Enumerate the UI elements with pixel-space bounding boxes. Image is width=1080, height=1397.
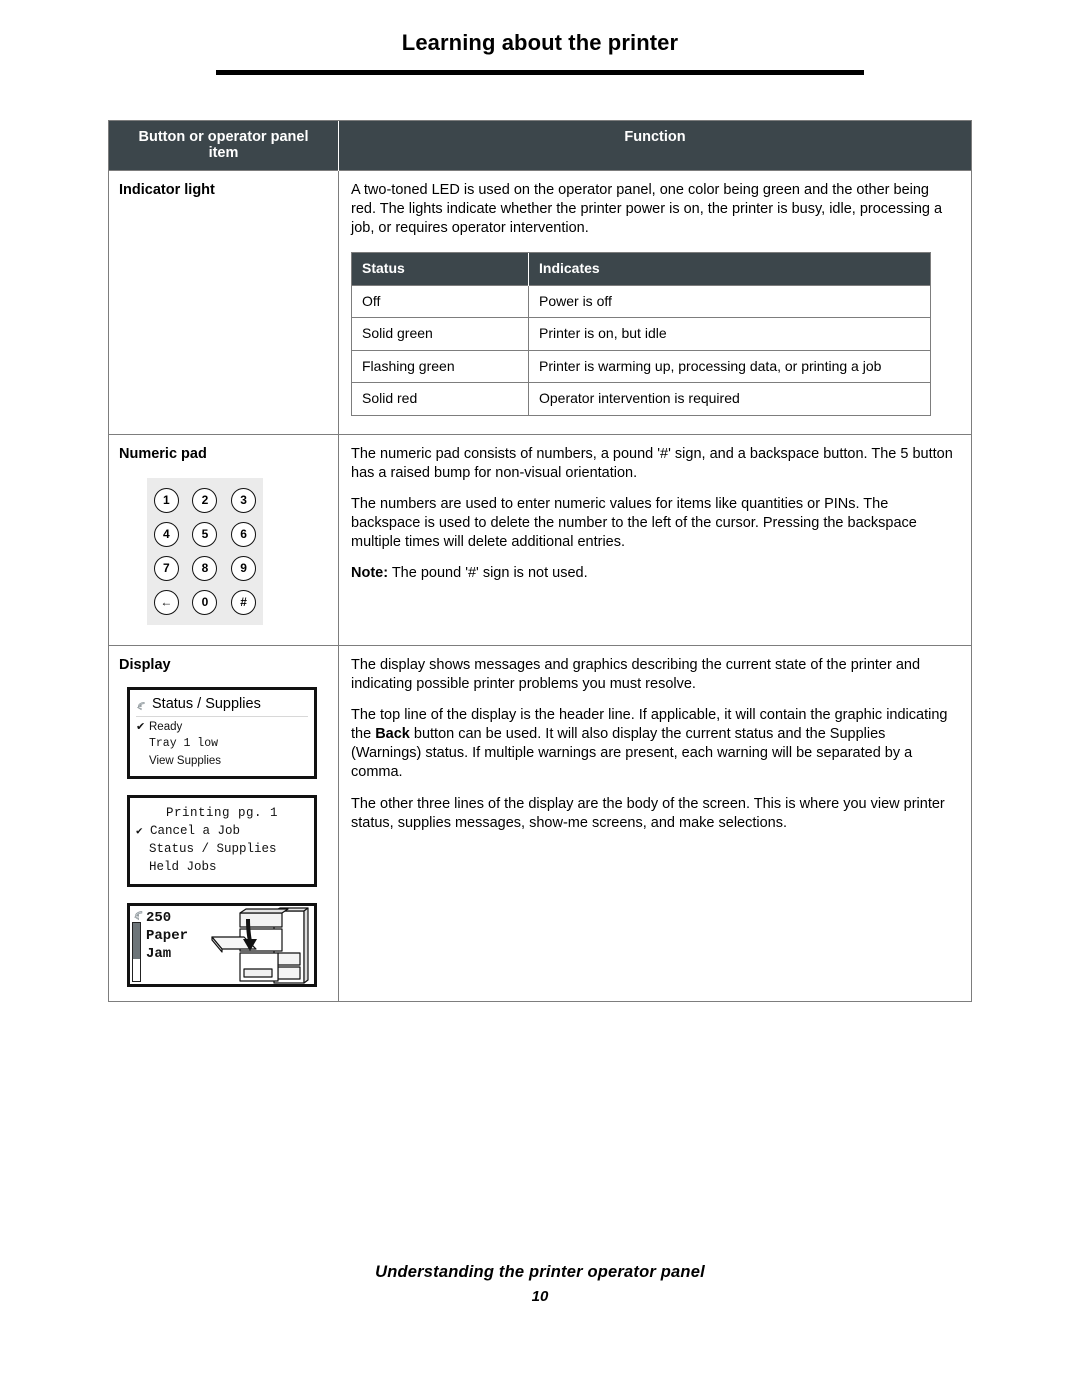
footer-section-title: Understanding the printer operator panel <box>375 1263 705 1281</box>
keypad-key-4[interactable]: 4 <box>153 521 179 547</box>
note-text: The pound '#' sign is not used. <box>388 565 588 582</box>
keypad-key-1[interactable]: 1 <box>153 487 179 513</box>
numeric-keypad-graphic: 1 2 3 4 5 6 7 8 9 ← 0 # <box>147 477 263 625</box>
table-row-numeric-pad: Numeric pad 1 2 3 4 5 6 7 8 9 ← 0 # The … <box>109 433 971 646</box>
lcd-screen-printing: Printing pg. 1 ✔ Cancel a Job Status / S… <box>127 795 317 888</box>
page-footer: Understanding the printer operator panel… <box>0 1263 1080 1305</box>
status-meaning-solid-green: Printer is on, but idle <box>528 317 930 351</box>
lcd-scrollbar-thumb[interactable] <box>133 923 140 960</box>
note-label: Note: <box>351 565 389 582</box>
keypad-key-9[interactable]: 9 <box>231 555 257 581</box>
table-header-row: Button or operator panel item Function <box>109 121 971 171</box>
numeric-pad-note: Note: The pound '#' sign is not used. <box>351 564 957 583</box>
status-table-header-row: Status Indicates <box>352 253 930 286</box>
paper-jam-message: 250 Paper Jam <box>146 910 188 964</box>
back-button-reference: Back <box>375 726 410 743</box>
lcd-screen-paper-jam: 250 Paper Jam <box>127 903 317 988</box>
check-icon: ✔ <box>136 721 146 734</box>
indicator-light-status-table: Status Indicates Off Power is off Solid … <box>351 252 931 416</box>
column-header-line-2: item <box>208 145 239 161</box>
printer-illustration-icon <box>200 907 312 984</box>
keypad-key-7[interactable]: 7 <box>153 555 179 581</box>
page-title: Learning about the printer <box>401 30 679 55</box>
display-description-2: The top line of the display is the heade… <box>351 706 957 783</box>
row-label-indicator-light: Indicator light <box>119 182 215 198</box>
row-function-cell-indicator-light: A two-toned LED is used on the operator … <box>338 170 971 435</box>
lcd2-body-line-1-text: Cancel a Job <box>150 824 241 839</box>
row-label-cell-display: Display Status / Supplies ✔ Ready Tray 1… <box>109 644 339 1002</box>
keypad-key-5[interactable]: 5 <box>192 521 218 547</box>
lcd2-body-line-1: ✔ Cancel a Job <box>136 823 308 841</box>
keypad-row-3: 7 8 9 <box>147 555 263 581</box>
status-table-header-status: Status <box>352 253 529 286</box>
lcd2-body-line-2: Status / Supplies <box>149 841 277 856</box>
keypad-key-pound[interactable]: # <box>231 589 257 615</box>
check-icon: ✔ <box>136 826 143 839</box>
numeric-pad-description-1: The numeric pad consists of numbers, a p… <box>351 445 953 481</box>
back-arrow-icon <box>136 699 148 711</box>
lcd-body-line-1-text: Ready <box>149 721 183 734</box>
keypad-key-0[interactable]: 0 <box>192 589 218 615</box>
row-label-cell-indicator-light: Indicator light <box>109 170 339 435</box>
indicator-light-description: A two-toned LED is used on the operator … <box>351 182 943 237</box>
keypad-key-6[interactable]: 6 <box>231 521 257 547</box>
display-description-1: The display shows messages and graphics … <box>351 656 921 692</box>
column-header-button-or-operator-panel-item: Button or operator panel item <box>109 121 339 171</box>
display-description-3: The other three lines of the display are… <box>351 795 945 831</box>
lcd-header-text: Status / Supplies <box>152 695 261 712</box>
keypad-backspace-icon[interactable]: ← <box>153 589 179 615</box>
keypad-key-3[interactable]: 3 <box>231 487 257 513</box>
row-label-numeric-pad: Numeric pad <box>119 445 207 462</box>
keypad-row-1: 1 2 3 <box>147 487 263 513</box>
keypad-row-4: ← 0 # <box>147 589 263 615</box>
column-header-function-label: Function <box>624 129 686 145</box>
status-table-row: Flashing green Printer is warming up, pr… <box>352 349 930 383</box>
lcd-body-line-1: ✔ Ready <box>136 719 308 736</box>
paper-jam-line-1: 250 <box>146 910 172 927</box>
column-header-function: Function <box>338 121 971 171</box>
main-content-table: Button or operator panel item Function I… <box>108 120 972 1003</box>
paper-jam-line-3: Jam <box>146 946 172 963</box>
lcd-scrollbar[interactable] <box>132 922 141 983</box>
lcd-body-line-2: Tray 1 low <box>149 737 219 751</box>
header-divider-rule <box>216 70 864 75</box>
numeric-pad-description-2: The numbers are used to enter numeric va… <box>351 495 917 551</box>
keypad-key-8[interactable]: 8 <box>192 555 218 581</box>
lcd2-header-text: Printing pg. 1 <box>165 806 279 821</box>
paper-jam-line-2: Paper <box>146 928 189 945</box>
status-value-solid-red: Solid red <box>352 382 529 415</box>
lcd-body-line-3: View Supplies <box>149 754 222 767</box>
row-label-display: Display <box>119 656 171 673</box>
status-table-row: Solid red Operator intervention is requi… <box>352 382 930 415</box>
status-value-flashing-green: Flashing green <box>352 349 529 383</box>
page-header: Learning about the printer <box>0 0 1080 90</box>
footer-page-number: 10 <box>531 1288 549 1305</box>
column-header-line-1: Button or operator panel <box>138 129 309 145</box>
status-value-solid-green: Solid green <box>352 317 529 351</box>
row-function-cell-display: The display shows messages and graphics … <box>338 644 971 1002</box>
status-meaning-solid-red: Operator intervention is required <box>528 382 930 415</box>
display-desc2-after: button can be used. It will also display… <box>351 726 913 781</box>
status-meaning-off: Power is off <box>528 284 930 318</box>
status-table-row: Solid green Printer is on, but idle <box>352 317 930 351</box>
row-label-cell-numeric-pad: Numeric pad 1 2 3 4 5 6 7 8 9 ← 0 # <box>109 433 339 646</box>
status-table-header-indicates: Indicates <box>528 253 930 286</box>
table-row-display: Display Status / Supplies ✔ Ready Tray 1… <box>109 644 971 1002</box>
status-value-off: Off <box>352 284 529 318</box>
back-arrow-icon <box>133 909 146 922</box>
keypad-row-2: 4 5 6 <box>147 521 263 547</box>
status-table-row: Off Power is off <box>352 284 930 318</box>
lcd-screen-status-supplies: Status / Supplies ✔ Ready Tray 1 low Vie… <box>127 686 317 780</box>
status-meaning-flashing-green: Printer is warming up, processing data, … <box>528 349 930 383</box>
table-row-indicator-light: Indicator light A two-toned LED is used … <box>109 170 971 435</box>
keypad-key-2[interactable]: 2 <box>192 487 218 513</box>
lcd-header-line: Status / Supplies <box>136 695 308 718</box>
lcd2-body-line-3: Held Jobs <box>149 859 217 874</box>
row-function-cell-numeric-pad: The numeric pad consists of numbers, a p… <box>338 433 971 646</box>
